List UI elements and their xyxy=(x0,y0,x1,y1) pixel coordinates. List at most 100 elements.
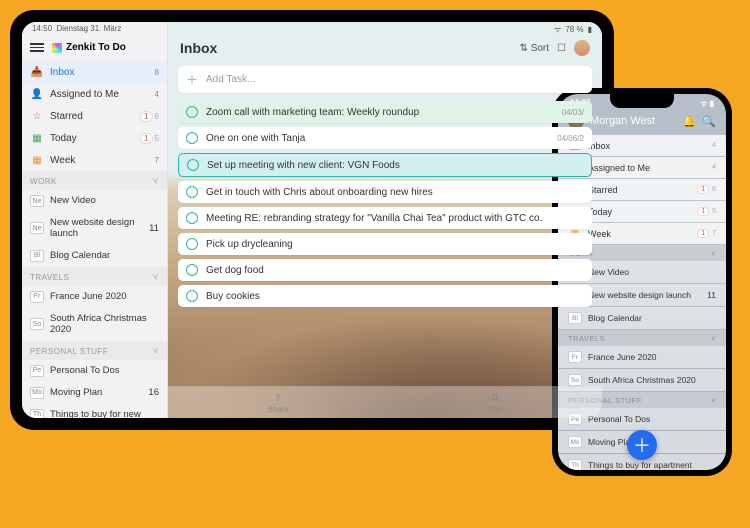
sidebar-item-label: Inbox xyxy=(50,67,153,78)
task-text: Get in touch with Chris about onboarding… xyxy=(206,187,584,198)
list-label: Blog Calendar xyxy=(588,313,716,323)
task-date: 04/03/ xyxy=(562,108,584,117)
phone-notch xyxy=(610,94,674,108)
badge-count: 7 xyxy=(155,156,159,165)
tablet-screen: 14:50 Dienstag 31. März ᯤ78 %▮ Zenkit To… xyxy=(22,22,602,418)
status-time: 14:50 xyxy=(32,24,52,33)
badge-count: 8 xyxy=(155,68,159,77)
phone-status-icons: ᯤ ▮ xyxy=(700,98,714,109)
avatar[interactable] xyxy=(574,40,590,56)
sidebar-section-personal-stuff[interactable]: PERSONAL STUFF ˅ xyxy=(22,341,167,360)
sidebar-list-item[interactable]: BlBlog Calendar xyxy=(22,245,167,267)
badge-count: 11 xyxy=(149,223,159,234)
badge-alert: 1 xyxy=(140,111,152,122)
main-footer: ⇪Share ⇅Sort xyxy=(168,386,602,418)
sidebar-item-starred[interactable]: ☆Starred16 xyxy=(22,105,167,127)
task-row[interactable]: Meeting RE: rebranding strategy for "Van… xyxy=(178,207,592,229)
sidebar-section-travels[interactable]: TRAVELS ˅ xyxy=(22,267,167,286)
chevron-down-icon: ˅ xyxy=(711,334,716,343)
task-text: One on one with Tanja xyxy=(206,133,557,144)
task-checkbox[interactable] xyxy=(186,186,198,198)
bell-icon[interactable]: 🔔 xyxy=(683,115,697,128)
list-label: South Africa Christmas 2020 xyxy=(50,313,159,336)
sidebar-section-work[interactable]: WORK˅ xyxy=(22,171,167,190)
phone-item-label: Starred xyxy=(588,185,695,195)
task-checkbox[interactable] xyxy=(186,290,198,302)
task-checkbox[interactable] xyxy=(186,212,198,224)
list-tag: So xyxy=(568,374,582,386)
task-checkbox[interactable] xyxy=(187,159,199,171)
list-label: New website design launch xyxy=(588,290,707,300)
sort-icon: ⇅ xyxy=(491,393,499,404)
section-title: WORK xyxy=(30,177,57,186)
search-icon[interactable]: 🔍 xyxy=(702,115,716,128)
list-tag: Pe xyxy=(30,365,44,377)
add-task-row[interactable]: ＋ Add Task... xyxy=(178,66,592,93)
battery-pct: 78 % xyxy=(565,25,583,34)
phone-item-label: Today xyxy=(588,207,695,217)
badge-count: 4 xyxy=(712,164,716,171)
sidebar-item-inbox[interactable]: 📥 Inbox8 xyxy=(22,61,167,83)
badge-alert: 1 xyxy=(697,229,709,238)
phone-item-label: Assigned to Me xyxy=(588,163,709,173)
task-text: Set up meeting with new client: VGN Food… xyxy=(207,160,583,171)
task-checkbox[interactable] xyxy=(186,106,198,118)
task-row[interactable]: Buy cookies xyxy=(178,285,592,307)
sidebar-list-item[interactable]: So South Africa Christmas 2020 xyxy=(22,308,167,341)
sidebar-item-icon: ☆ xyxy=(30,110,44,122)
list-label: Moving Plan xyxy=(50,387,148,398)
chevron-down-icon: ˅ xyxy=(153,272,159,283)
phone-user-name: Morgan West xyxy=(590,115,677,127)
list-tag: Mo xyxy=(568,436,582,448)
sidebar-item-label: Starred xyxy=(50,111,138,122)
task-row[interactable]: Pick up drycleaning xyxy=(178,233,592,255)
sidebar-list-item[interactable]: NeNew Video xyxy=(22,190,167,212)
task-checkbox[interactable] xyxy=(186,132,198,144)
task-row[interactable]: Zoom call with marketing team: Weekly ro… xyxy=(178,101,592,123)
list-label: France June 2020 xyxy=(50,291,159,302)
list-label: Blog Calendar xyxy=(50,250,159,261)
phone-list-item[interactable]: FrFrance June 2020 xyxy=(558,346,726,368)
fab-add-button[interactable]: ＋ xyxy=(627,430,657,460)
list-label: Things to buy for new xyxy=(50,409,159,418)
task-row[interactable]: Get dog food xyxy=(178,259,592,281)
task-row[interactable]: Get in touch with Chris about onboarding… xyxy=(178,181,592,203)
main-pane: Inbox ⇅ Sort ☐ ＋ Add Task... Zoom call w… xyxy=(168,22,602,418)
task-checkbox[interactable] xyxy=(186,238,198,250)
sort-button[interactable]: ⇅ Sort xyxy=(520,43,550,54)
battery-icon: ▮ xyxy=(588,25,592,34)
section-title: PERSONAL STUFF xyxy=(30,347,108,356)
sidebar-item-assigned-to-me[interactable]: 👤Assigned to Me4 xyxy=(22,83,167,105)
sidebar-item-today[interactable]: ▦Today15 xyxy=(22,127,167,149)
phone-item-label: Inbox xyxy=(588,141,709,151)
task-text: Pick up drycleaning xyxy=(206,239,584,250)
section-title: TRAVELS xyxy=(30,273,69,282)
app-name: Zenkit To Do xyxy=(66,42,126,53)
sidebar-item-icon: 👤 xyxy=(30,88,44,100)
list-tag: So xyxy=(30,318,44,330)
task-checkbox[interactable] xyxy=(186,264,198,276)
sidebar-list-item[interactable]: FrFrance June 2020 xyxy=(22,286,167,308)
refresh-icon[interactable]: ☐ xyxy=(557,43,566,54)
sidebar-list-item[interactable]: PePersonal To Dos xyxy=(22,360,167,382)
task-row[interactable]: One on one with Tanja04/06/2 xyxy=(178,127,592,149)
badge-count: 5 xyxy=(712,208,716,215)
task-text: Buy cookies xyxy=(206,291,584,302)
menu-icon[interactable] xyxy=(30,43,44,52)
sidebar-list-item[interactable]: MoMoving Plan16 xyxy=(22,382,167,404)
sidebar-item-icon: 📥 xyxy=(30,66,44,78)
sidebar-header: Zenkit To Do xyxy=(22,40,167,61)
chevron-down-icon: ˅ xyxy=(153,346,159,357)
phone-section-header[interactable]: TRAVELS˅ xyxy=(558,330,726,346)
sidebar-item-week[interactable]: ▦Week7 xyxy=(22,149,167,171)
status-date: Dienstag 31. März xyxy=(56,24,121,33)
chevron-down-icon: ˅ xyxy=(711,396,716,405)
badge-count: 6 xyxy=(154,387,159,398)
footer-share[interactable]: ⇪Share xyxy=(267,393,288,414)
footer-sort[interactable]: ⇅Sort xyxy=(488,393,503,414)
sidebar-item-label: Week xyxy=(50,155,153,166)
badge-count: 4 xyxy=(155,90,159,99)
sidebar-list-item[interactable]: ThThings to buy for new xyxy=(22,404,167,418)
sidebar-list-item[interactable]: NeNew website design launch11 xyxy=(22,212,167,245)
task-row[interactable]: Set up meeting with new client: VGN Food… xyxy=(178,153,592,177)
